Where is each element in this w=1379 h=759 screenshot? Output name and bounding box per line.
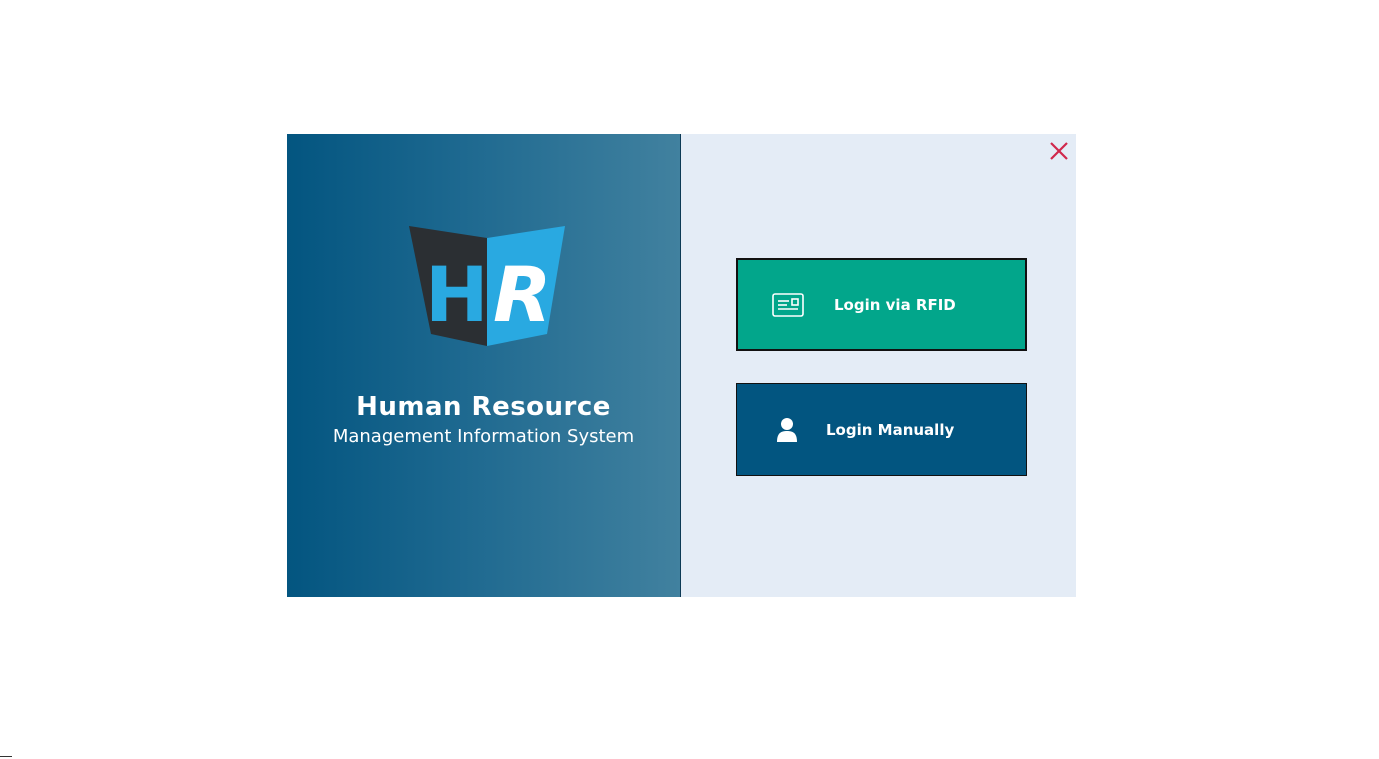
close-button[interactable] xyxy=(1048,140,1070,162)
login-manual-label: Login Manually xyxy=(826,420,955,439)
close-icon xyxy=(1050,142,1068,160)
svg-text:R: R xyxy=(493,250,552,339)
user-icon xyxy=(770,416,804,444)
brand-panel: H R Human Resource Management Informatio… xyxy=(287,134,681,597)
login-dialog: H R Human Resource Management Informatio… xyxy=(287,134,1076,597)
svg-text:H: H xyxy=(425,250,489,339)
login-options-panel: Login via RFID Login Manually xyxy=(681,134,1076,597)
login-manual-button[interactable]: Login Manually xyxy=(736,383,1027,476)
app-subtitle: Management Information System xyxy=(332,426,635,447)
login-rfid-button[interactable]: Login via RFID xyxy=(736,258,1027,351)
corner-mark xyxy=(0,756,12,757)
login-rfid-label: Login via RFID xyxy=(834,295,956,314)
id-card-icon xyxy=(771,291,805,319)
hr-logo: H R xyxy=(409,226,565,346)
app-title: Human Resource xyxy=(356,392,611,422)
